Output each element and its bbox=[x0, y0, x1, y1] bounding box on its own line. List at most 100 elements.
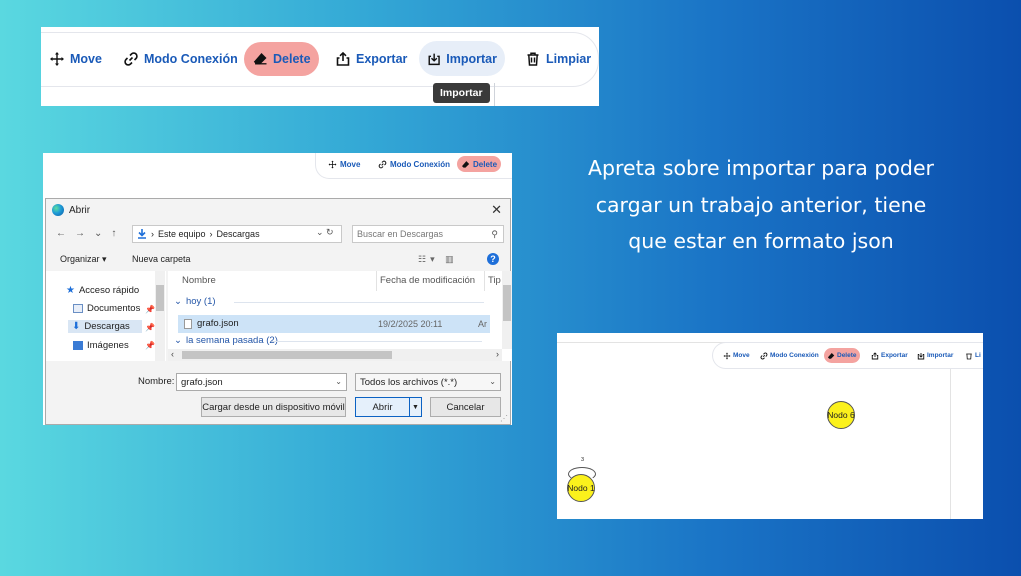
search-input[interactable]: Buscar en Descargas ⚲ bbox=[352, 225, 504, 243]
organize-menu[interactable]: Organizar ▾ bbox=[60, 254, 107, 265]
open-button-label: Abrir bbox=[372, 401, 393, 413]
dialog-toolbar: Organizar ▾ Nueva carpeta ☷▾ ▥ ? bbox=[46, 251, 510, 269]
file-type-value: Todos los archivos (*.*) bbox=[360, 377, 458, 388]
navigation-pane: ★ Acceso rápido Documentos 📌 ⬇ Descargas… bbox=[46, 271, 166, 361]
graph-node[interactable]: Nodo 1 bbox=[567, 474, 595, 502]
open-button[interactable]: Abrir ▼ bbox=[355, 397, 422, 417]
column-separator bbox=[376, 271, 377, 291]
new-folder-button[interactable]: Nueva carpeta bbox=[132, 254, 191, 264]
canvas-importar-button[interactable]: Importar bbox=[914, 348, 956, 363]
path-separator: › bbox=[151, 229, 154, 239]
delete-button[interactable]: Delete bbox=[244, 42, 319, 76]
file-row[interactable]: grafo.json 19/2/2025 20:11 Ar bbox=[178, 315, 490, 333]
eraser-icon bbox=[253, 53, 267, 65]
column-header-tipo[interactable]: Tip bbox=[488, 275, 501, 286]
open-dialog: Abrir ✕ ←→⌄↑ › Este equipo › Descargas ⌄… bbox=[45, 198, 512, 425]
sidebar-item-label: Imágenes bbox=[87, 340, 129, 351]
importar-tooltip: Importar bbox=[433, 83, 490, 103]
move-button[interactable]: Move bbox=[41, 41, 110, 76]
importar-label: Importar bbox=[446, 51, 497, 66]
export-icon bbox=[871, 351, 879, 359]
edge-browser-icon bbox=[52, 204, 64, 216]
chevron-down-icon[interactable]: ⌄ bbox=[489, 377, 496, 386]
search-placeholder: Buscar en Descargas bbox=[357, 229, 444, 239]
trash-icon bbox=[527, 51, 539, 66]
move-icon bbox=[328, 160, 337, 168]
trash-icon bbox=[966, 353, 972, 359]
scroll-left-icon[interactable]: ‹ bbox=[171, 349, 174, 359]
address-row: ←→⌄↑ › Este equipo › Descargas ⌄ ↻ Busca… bbox=[46, 225, 510, 245]
file-list-scrollbar[interactable] bbox=[502, 271, 512, 349]
eraser-icon bbox=[827, 352, 835, 359]
mini-move-button[interactable]: Move bbox=[324, 156, 364, 172]
sidebar-item-imagenes[interactable]: Imágenes bbox=[73, 340, 129, 351]
scroll-thumb[interactable] bbox=[182, 351, 392, 359]
mini-delete-button[interactable]: Delete bbox=[457, 156, 502, 172]
chevron-down-icon[interactable]: ⌄ bbox=[335, 377, 342, 386]
import-icon bbox=[428, 53, 440, 65]
mini-move-label: Move bbox=[340, 159, 361, 169]
canvas-exportar-button[interactable]: Exportar bbox=[868, 348, 911, 363]
group-header-today[interactable]: ⌄ hoy (1) bbox=[174, 296, 484, 307]
canvas-move-button[interactable]: Move bbox=[720, 348, 753, 363]
instruction-text: Apreta sobre importar para poder cargar … bbox=[588, 156, 934, 253]
sidebar-item-documentos[interactable]: Documentos bbox=[73, 303, 140, 314]
chevron-down-icon: ⌄ bbox=[174, 335, 182, 346]
path-separator: › bbox=[209, 229, 213, 239]
canvas-limpiar-label: Li bbox=[975, 352, 981, 359]
canvas-limpiar-button[interactable]: Li bbox=[962, 348, 983, 363]
file-dialog-panel: Move Modo Conexión Delete Abrir ✕ ←→⌄↑ ›… bbox=[43, 153, 512, 425]
sidebar-item-label: Documentos bbox=[87, 303, 141, 314]
address-bar[interactable]: › Este equipo › Descargas bbox=[132, 225, 342, 243]
canvas-move-label: Move bbox=[733, 352, 750, 359]
edge-weight-label: 3 bbox=[581, 457, 585, 463]
sidebar-scrollbar[interactable] bbox=[155, 271, 165, 361]
pin-icon: 📌 bbox=[145, 305, 155, 314]
cancel-button[interactable]: Cancelar bbox=[430, 397, 501, 417]
help-icon[interactable]: ? bbox=[487, 253, 499, 265]
star-icon: ★ bbox=[66, 285, 75, 296]
modo-conexion-label: Modo Conexión bbox=[144, 51, 238, 66]
graph-node[interactable]: Nodo 6 bbox=[827, 401, 855, 429]
group-divider bbox=[272, 341, 482, 342]
canvas-delete-button[interactable]: Delete bbox=[824, 348, 860, 363]
file-type-select[interactable]: Todos los archivos (*.*) ⌄ bbox=[355, 373, 501, 391]
resize-grip-icon[interactable]: ⋰ bbox=[500, 414, 508, 423]
view-options-icon[interactable]: ☷▾ ▥ bbox=[418, 254, 458, 265]
file-name: grafo.json bbox=[197, 318, 239, 329]
mini-modo-conexion-label: Modo Conexión bbox=[390, 159, 450, 169]
canvas-modo-conexion-label: Modo Conexión bbox=[770, 352, 819, 359]
scroll-thumb[interactable] bbox=[503, 285, 511, 321]
dialog-title: Abrir bbox=[52, 204, 90, 216]
column-separator bbox=[484, 271, 485, 291]
column-header-fecha[interactable]: Fecha de modificación bbox=[380, 275, 475, 286]
horizontal-scrollbar[interactable]: ‹ › bbox=[168, 349, 502, 361]
group-header-last-week[interactable]: ⌄ la semana pasada (2) bbox=[174, 335, 482, 346]
scroll-thumb[interactable] bbox=[156, 285, 164, 311]
nav-arrows[interactable]: ←→⌄↑ bbox=[56, 228, 125, 239]
open-dropdown-icon[interactable]: ▼ bbox=[409, 398, 421, 416]
file-type: Ar bbox=[478, 319, 487, 329]
search-icon: ⚲ bbox=[491, 229, 498, 239]
close-button[interactable]: ✕ bbox=[491, 202, 502, 218]
path-segment[interactable]: Descargas bbox=[217, 229, 260, 239]
modo-conexion-button[interactable]: Modo Conexión bbox=[115, 41, 246, 76]
canvas-modo-conexion-button[interactable]: Modo Conexión bbox=[757, 348, 822, 363]
scroll-right-icon[interactable]: › bbox=[496, 349, 499, 359]
file-name-value: grafo.json bbox=[181, 377, 223, 388]
sidebar-item-descargas[interactable]: ⬇ Descargas bbox=[68, 320, 142, 333]
mini-modo-conexion-button[interactable]: Modo Conexión bbox=[374, 156, 454, 172]
limpiar-button[interactable]: Limpiar bbox=[517, 41, 599, 76]
file-name-label: Nombre: bbox=[138, 376, 175, 387]
pin-icon: 📌 bbox=[145, 341, 155, 350]
column-header-nombre[interactable]: Nombre bbox=[182, 275, 216, 286]
refresh-icon[interactable]: ⌄ ↻ bbox=[316, 227, 334, 238]
importar-button[interactable]: Importar bbox=[419, 41, 505, 76]
sidebar-item-acceso-rapido[interactable]: ★ Acceso rápido bbox=[66, 285, 139, 296]
mobile-device-button[interactable]: Cargar desde un dispositivo móvil bbox=[201, 397, 346, 417]
divider bbox=[494, 83, 495, 106]
exportar-button[interactable]: Exportar bbox=[327, 41, 415, 76]
mini-toolbar: Move Modo Conexión Delete bbox=[315, 153, 512, 179]
file-name-input[interactable]: grafo.json ⌄ bbox=[176, 373, 347, 391]
path-segment[interactable]: Este equipo bbox=[158, 229, 206, 239]
